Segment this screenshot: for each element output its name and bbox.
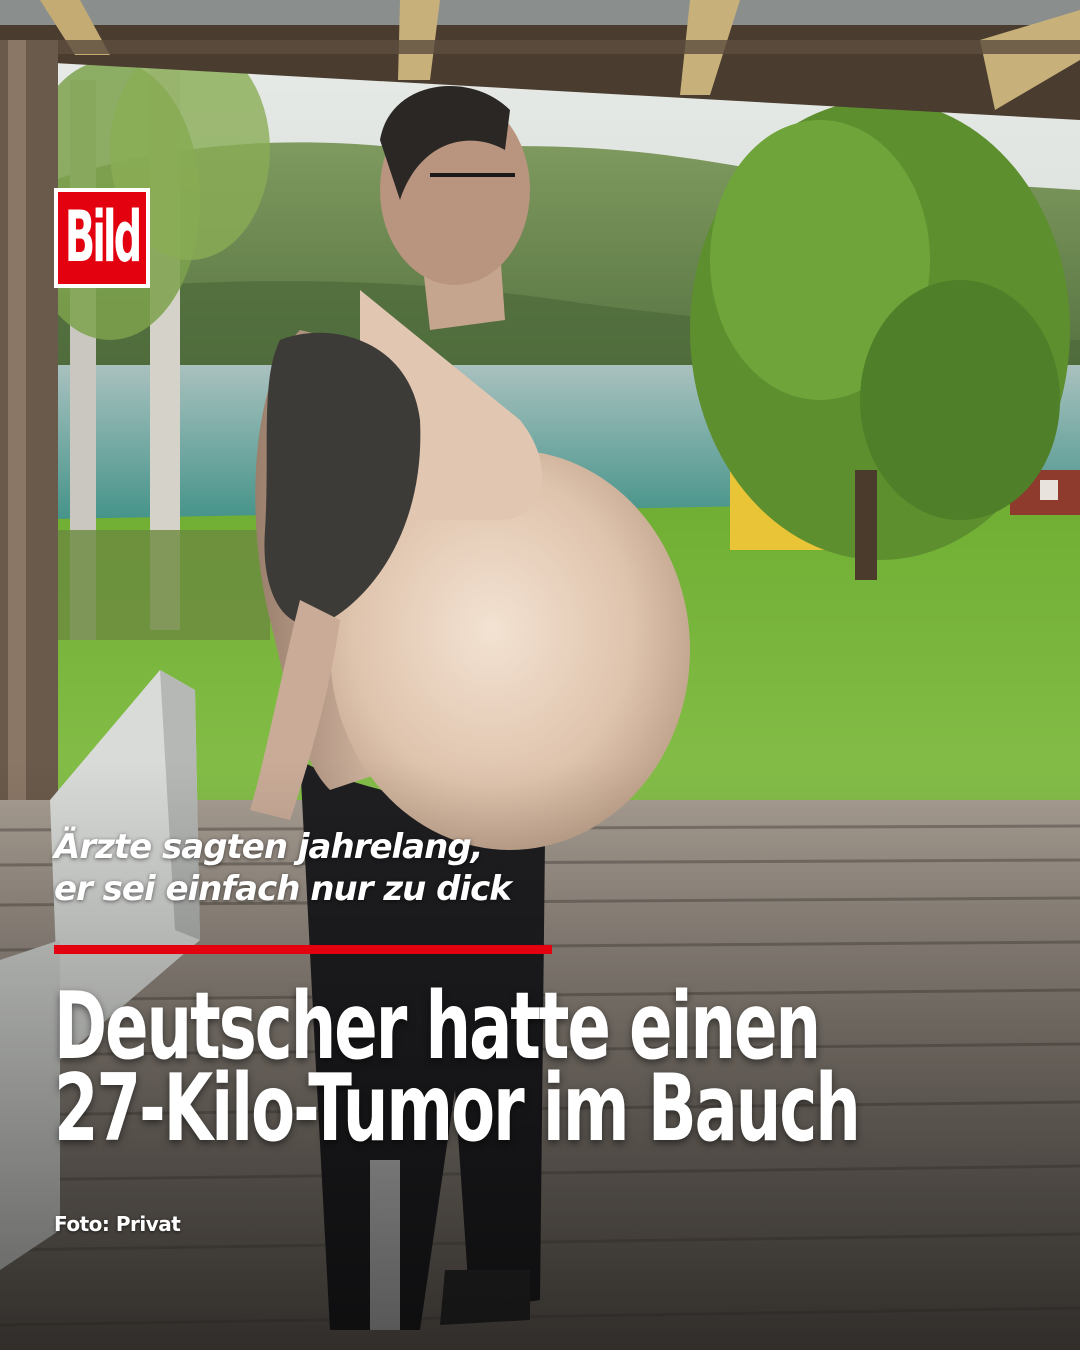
news-post-card: Bild Ärzte sagten jahrelang, er sei einf… [0, 0, 1080, 1350]
bild-logo-text: Bild [64, 197, 143, 279]
photo-credit: Foto: Privat [54, 1212, 181, 1236]
kicker: Ärzte sagten jahrelang, er sei einfach n… [54, 826, 614, 910]
headline-line: 27-Kilo-Tumor im Bauch [54, 1055, 861, 1164]
red-divider [54, 945, 552, 954]
bild-logo: Bild [54, 188, 150, 288]
headline: Deutscher hatte einen 27-Kilo-Tumor im B… [54, 968, 1064, 1163]
kicker-line: Ärzte sagten jahrelang, [54, 827, 484, 867]
bild-logo-mark: Bild [58, 192, 146, 284]
kicker-line: er sei einfach nur zu dick [54, 869, 512, 909]
